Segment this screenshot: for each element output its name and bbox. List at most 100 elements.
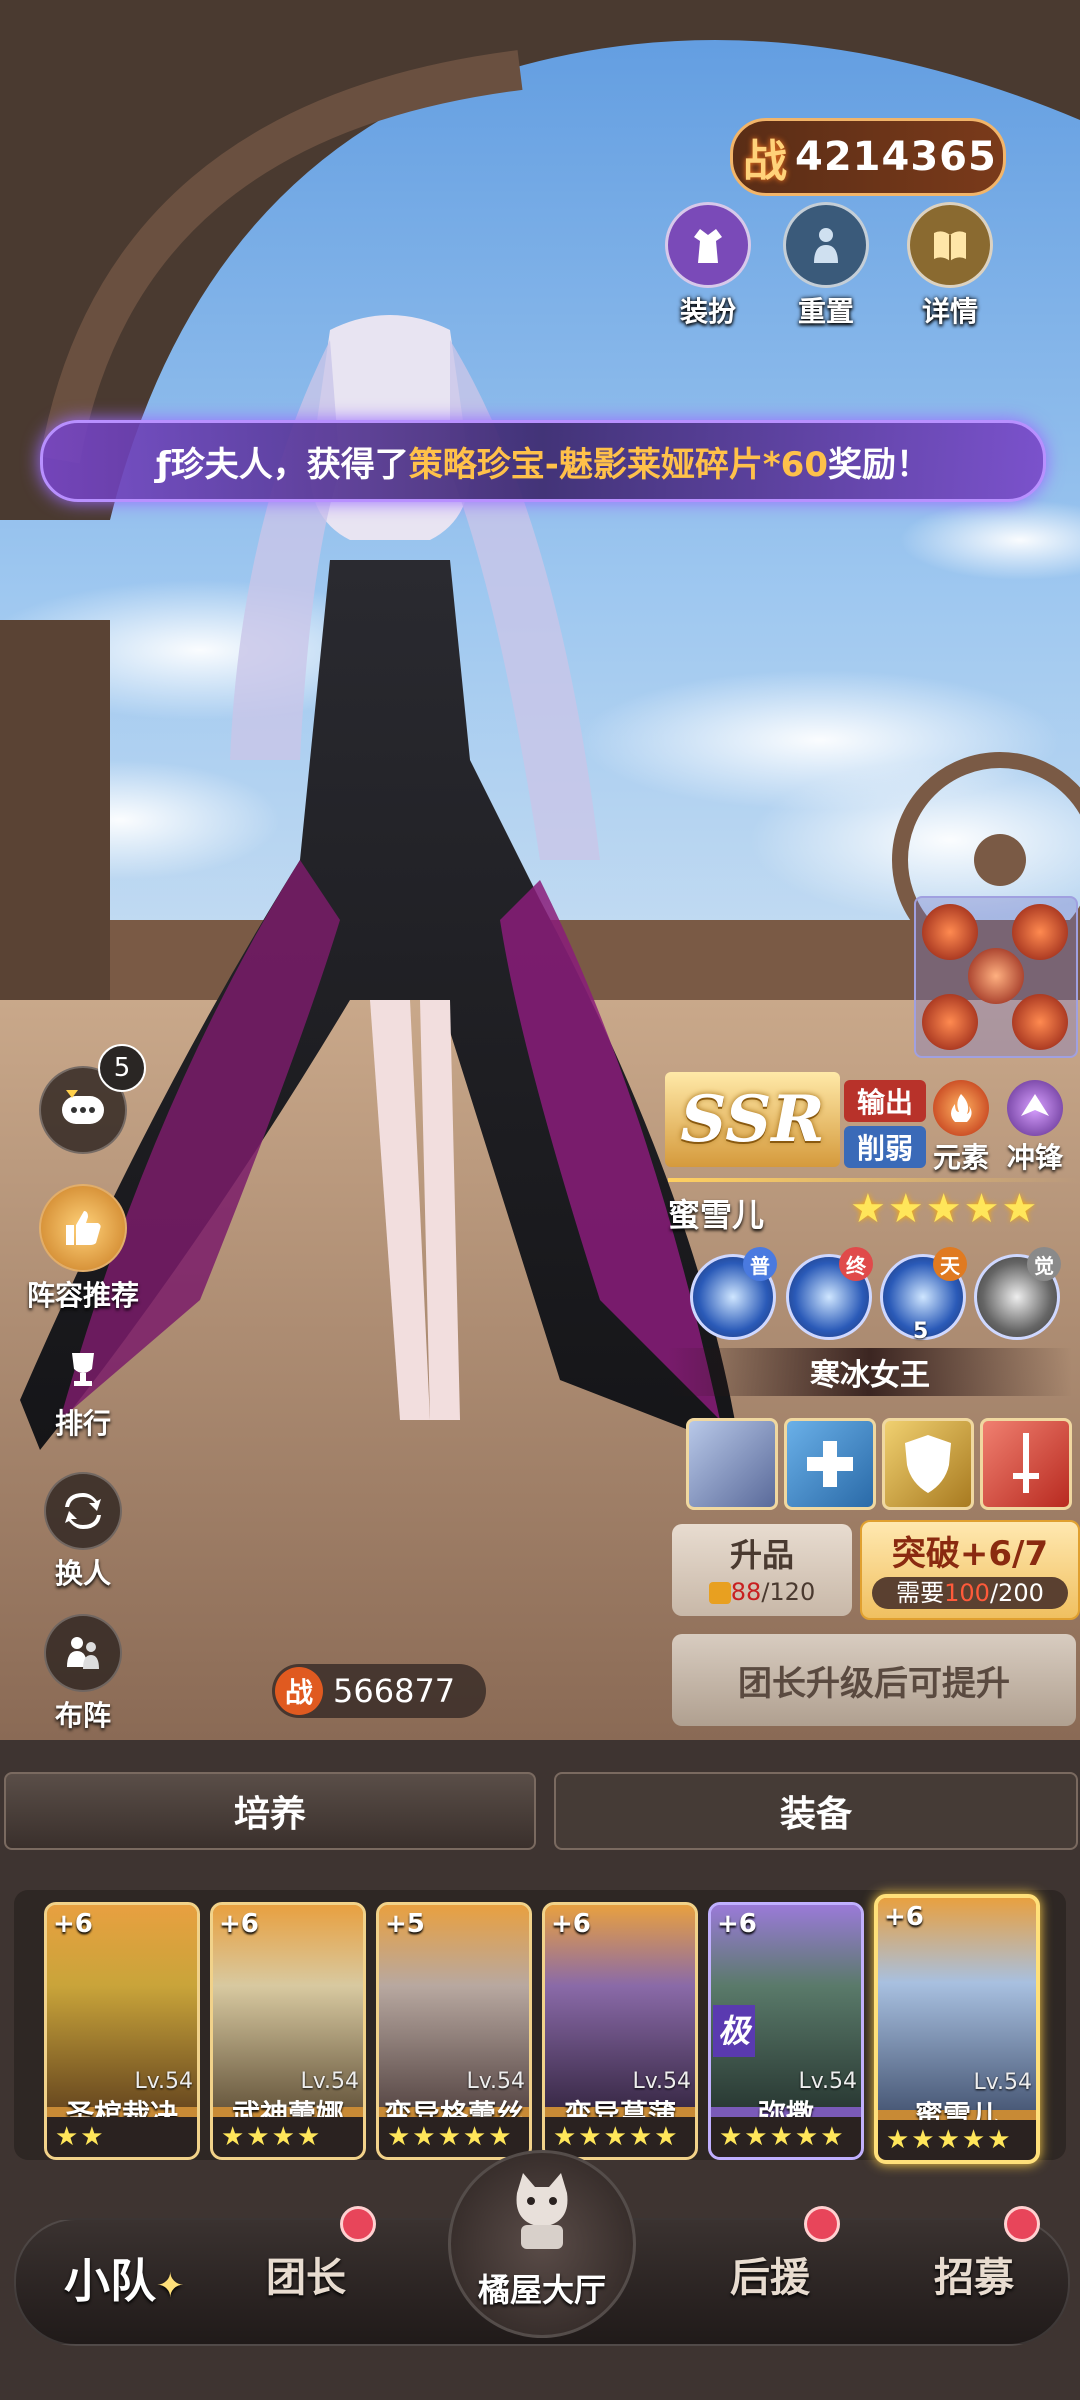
nav-support[interactable]: 后援 bbox=[730, 2245, 810, 2303]
skill-tag: 终 bbox=[839, 1247, 873, 1281]
thumbs-up-icon bbox=[39, 1184, 127, 1272]
hero-level: Lv.54 bbox=[300, 2069, 359, 2094]
formation-label: 布阵 bbox=[54, 1699, 111, 1732]
enhance-level: +5 bbox=[385, 1909, 425, 1939]
hero-stars: ★★★★★ bbox=[850, 1186, 1040, 1232]
roster-card[interactable]: +6 Lv.54 变异菖蒲 ★★★★★ bbox=[542, 1902, 698, 2160]
extreme-badge: 极 bbox=[713, 2005, 755, 2057]
ranking-button[interactable]: 排行 bbox=[18, 1340, 148, 1442]
skill-level: 5 bbox=[913, 1319, 929, 1344]
skill-normal-icon[interactable]: 普 bbox=[690, 1247, 777, 1340]
skill-tag: 觉 bbox=[1027, 1247, 1061, 1281]
trophy-icon bbox=[53, 1340, 113, 1400]
dress-icon bbox=[665, 202, 751, 288]
details-button[interactable]: 详情 bbox=[900, 202, 1000, 330]
skill-tag: 普 bbox=[743, 1247, 777, 1281]
hero-stars: ★★★★ bbox=[213, 2117, 363, 2157]
upgrade-label: 升品 bbox=[729, 1536, 794, 1574]
hero-title: 寒冰女王 bbox=[668, 1348, 1072, 1396]
breakthrough-requirement: 需要100/200 bbox=[872, 1577, 1068, 1609]
total-power-display: 战 4214365 bbox=[730, 118, 1006, 196]
hero-stars: ★★★★★ bbox=[711, 2117, 861, 2157]
element-indicator[interactable]: 元素 bbox=[926, 1080, 996, 1176]
nav-recruit[interactable]: 招募 bbox=[934, 2245, 1014, 2303]
hero-stars: ★★★★★ bbox=[545, 2117, 695, 2157]
swap-button[interactable]: 换人 bbox=[18, 1472, 148, 1592]
banner-suffix: 奖励！ bbox=[828, 444, 930, 485]
enhance-level: +6 bbox=[717, 1909, 757, 1939]
hero-level: Lv.54 bbox=[632, 2069, 691, 2094]
shield-slot[interactable] bbox=[882, 1418, 974, 1510]
fire-element-icon bbox=[933, 1080, 989, 1136]
sparkle-icon: ✦ bbox=[156, 2266, 185, 2306]
reset-button[interactable]: 重置 bbox=[776, 202, 876, 330]
tab-equip[interactable]: 装备 bbox=[554, 1772, 1078, 1850]
nav-hall[interactable]: 橘屋大厅 bbox=[448, 2150, 636, 2338]
locked-upgrade-button[interactable]: 团长升级后可提升 bbox=[672, 1634, 1076, 1726]
nav-squad[interactable]: 小队✦ bbox=[64, 2245, 185, 2311]
hero-level: Lv.54 bbox=[466, 2069, 525, 2094]
nav-leader-label: 团长 bbox=[266, 2255, 346, 2301]
plus-icon bbox=[807, 1441, 853, 1487]
hero-stars: ★★★★★ bbox=[878, 2120, 1036, 2160]
outfit-label: 装扮 bbox=[679, 295, 736, 328]
nav-support-label: 后援 bbox=[730, 2255, 810, 2301]
notification-dot bbox=[1004, 2206, 1040, 2242]
roster-card[interactable]: +6 Lv.54 圣棺裁决 ★★ bbox=[44, 1902, 200, 2160]
announcement-banner: ƒ珍夫人，获得了 策略珍宝-魅影莱娅碎片*60 奖励！ bbox=[40, 420, 1046, 502]
treasure-icon bbox=[1012, 904, 1068, 960]
upgrade-button[interactable]: 升品 88/120 bbox=[672, 1524, 852, 1616]
tab-train[interactable]: 培养 bbox=[4, 1772, 536, 1850]
formation-button[interactable]: 布阵 bbox=[18, 1614, 148, 1734]
enhance-level: +6 bbox=[551, 1909, 591, 1939]
outfit-button[interactable]: 装扮 bbox=[658, 202, 758, 330]
hero-level: Lv.54 bbox=[134, 2069, 193, 2094]
sword-slot[interactable] bbox=[980, 1418, 1072, 1510]
class-label: 冲锋 bbox=[1006, 1141, 1063, 1174]
enhance-level: +6 bbox=[884, 1902, 924, 1932]
role-tag-output: 输出 bbox=[844, 1080, 926, 1122]
sword-icon bbox=[1013, 1433, 1039, 1493]
rarity-badge: SSR bbox=[665, 1072, 840, 1167]
breakthrough-label: 突破+6/7 bbox=[891, 1534, 1049, 1574]
skill-talent-icon[interactable]: 天 5 bbox=[880, 1247, 967, 1344]
element-label: 元素 bbox=[932, 1141, 989, 1174]
banner-highlight: 策略珍宝-魅影莱娅碎片*60 bbox=[408, 444, 828, 485]
book-icon bbox=[907, 202, 993, 288]
lineup-recommend-label: 阵容推荐 bbox=[26, 1279, 139, 1312]
nav-squad-label: 小队 bbox=[64, 2254, 156, 2308]
swap-label: 换人 bbox=[54, 1557, 111, 1590]
roster-card[interactable]: +6 Lv.54 武神蕾娜 ★★★★ bbox=[210, 1902, 366, 2160]
roster-card-selected[interactable]: +6 Lv.54 蜜雪儿 ★★★★★ bbox=[874, 1894, 1040, 2164]
swap-icon bbox=[44, 1472, 122, 1550]
enhance-level: +6 bbox=[53, 1909, 93, 1939]
heal-slot[interactable] bbox=[784, 1418, 876, 1510]
skill-tag: 天 bbox=[933, 1247, 967, 1281]
treasure-cluster[interactable] bbox=[914, 896, 1078, 1058]
roster-card[interactable]: +6 极 Lv.54 弥撒 ★★★★★ bbox=[708, 1902, 864, 2160]
role-tag-weaken: 削弱 bbox=[844, 1126, 926, 1168]
class-indicator[interactable]: 冲锋 bbox=[1000, 1080, 1070, 1176]
chat-button[interactable]: 5 bbox=[18, 1044, 148, 1154]
total-power-value: 4214365 bbox=[795, 134, 997, 180]
charge-class-icon bbox=[1007, 1080, 1063, 1136]
nav-recruit-label: 招募 bbox=[934, 2255, 1014, 2301]
power-glyph-small: 战 bbox=[275, 1667, 323, 1715]
skill-awaken-icon[interactable]: 觉 bbox=[974, 1247, 1061, 1340]
hero-portrait-slot[interactable] bbox=[686, 1418, 778, 1510]
person-reset-icon bbox=[783, 202, 869, 288]
treasure-icon bbox=[1012, 994, 1068, 1050]
roster-card[interactable]: +5 Lv.54 变异格蕾丝 ★★★★★ bbox=[376, 1902, 532, 2160]
formation-icon bbox=[44, 1614, 122, 1692]
ranking-label: 排行 bbox=[54, 1407, 111, 1440]
lineup-recommend-button[interactable]: 阵容推荐 bbox=[18, 1184, 148, 1314]
breakthrough-button[interactable]: 突破+6/7 需要100/200 bbox=[860, 1520, 1080, 1620]
skill-ultimate-icon[interactable]: 终 bbox=[786, 1247, 873, 1340]
shield-icon bbox=[905, 1435, 951, 1493]
hero-level: Lv.54 bbox=[798, 2069, 857, 2094]
nav-leader[interactable]: 团长 bbox=[266, 2245, 346, 2303]
hero-stars: ★★ bbox=[47, 2117, 197, 2157]
cat-mascot-icon bbox=[516, 2173, 568, 2249]
nav-hall-label: 橘屋大厅 bbox=[477, 2271, 606, 2309]
puzzle-icon bbox=[708, 1582, 731, 1604]
